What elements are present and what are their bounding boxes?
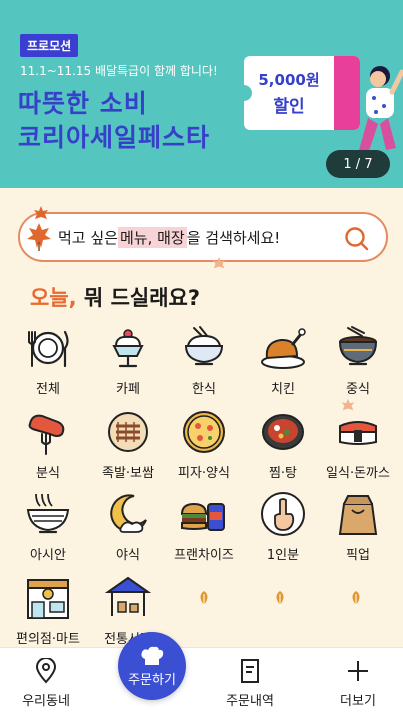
roast-chicken-icon bbox=[261, 328, 306, 369]
promo-title-line1: 따뜻한 소비 bbox=[18, 89, 148, 118]
order-label: 주문하기 bbox=[128, 672, 176, 688]
category-label: 아시안 bbox=[30, 548, 66, 563]
category-japanese[interactable]: 일식·돈까스 bbox=[318, 408, 398, 481]
category-pizza[interactable]: 피자·양식 bbox=[164, 408, 244, 481]
order-button[interactable]: 주문하기 bbox=[118, 632, 186, 700]
category-asian[interactable]: 아시안 bbox=[8, 490, 88, 563]
category-label: 족발·보쌈 bbox=[102, 466, 154, 481]
coupon-amount: 5,000원 bbox=[258, 71, 320, 89]
moon-icon bbox=[110, 494, 147, 533]
category-single[interactable]: 1인분 bbox=[243, 490, 323, 563]
pork-platter-icon bbox=[108, 412, 148, 452]
category-label: 프랜차이즈 bbox=[174, 548, 234, 563]
plus-icon bbox=[348, 661, 368, 681]
market-stall-icon bbox=[104, 576, 152, 616]
category-label: 픽업 bbox=[346, 548, 370, 563]
pizza-icon bbox=[183, 411, 225, 453]
category-label: 전체 bbox=[36, 382, 60, 397]
category-label: 찜·탕 bbox=[268, 466, 298, 481]
location-pin-icon bbox=[35, 658, 57, 684]
promo-title-line2: 코리아세일페스타 bbox=[18, 123, 211, 152]
category-label: 야식 bbox=[116, 548, 140, 563]
category-label: 1인분 bbox=[266, 548, 300, 563]
category-snack[interactable]: 분식 bbox=[8, 408, 88, 481]
search-highlight: 메뉴, 매장 bbox=[117, 226, 187, 248]
chef-hat-icon bbox=[141, 646, 164, 665]
category-label: 피자·양식 bbox=[178, 466, 230, 481]
plate-cutlery-icon bbox=[28, 330, 69, 368]
nav-more[interactable]: 더보기 bbox=[318, 658, 398, 709]
banner-page-indicator: 1 / 7 bbox=[326, 150, 390, 178]
promo-badge: 프로모션 bbox=[20, 34, 79, 57]
promo-banner[interactable]: 프로모션 11.1~11.15 배달특급이 함께 합니다! 따뜻한 소비 코리아… bbox=[0, 0, 403, 188]
leaf-placeholder-icon bbox=[200, 591, 208, 607]
search-icon[interactable] bbox=[344, 226, 370, 252]
search-prefix: 먹고 싶은 bbox=[58, 228, 118, 247]
noodle-bowl-icon bbox=[338, 326, 378, 366]
category-korean[interactable]: 한식 bbox=[164, 324, 244, 397]
category-stew[interactable]: 찜·탕 bbox=[243, 408, 323, 481]
section-title-accent: 오늘, bbox=[30, 286, 77, 310]
section-title: 오늘, 뭐 드실래요? bbox=[30, 282, 200, 312]
category-all[interactable]: 전체 bbox=[8, 324, 88, 397]
leaf-placeholder-icon bbox=[352, 591, 360, 607]
category-label: 편의점·마트 bbox=[16, 632, 80, 647]
leaf-decoration-icon bbox=[212, 256, 226, 269]
convenience-store-icon bbox=[27, 579, 69, 619]
receipt-icon bbox=[241, 659, 259, 683]
nav-label: 더보기 bbox=[340, 694, 376, 709]
category-late-night[interactable]: 야식 bbox=[88, 490, 168, 563]
discount-coupon: 5,000원 할인 bbox=[236, 56, 360, 130]
category-label: 일식·돈까스 bbox=[326, 466, 390, 481]
search-suffix: 을 검색하세요! bbox=[186, 228, 281, 247]
leaf-placeholder-icon bbox=[276, 591, 284, 607]
leaf-decoration-icon bbox=[34, 206, 48, 219]
coupon-label: 할인 bbox=[273, 97, 305, 117]
nav-label: 우리동네 bbox=[22, 694, 70, 709]
hot-pot-icon bbox=[262, 414, 304, 450]
category-label: 중식 bbox=[346, 382, 370, 397]
rice-bowl-icon bbox=[184, 326, 224, 366]
category-pickup[interactable]: 픽업 bbox=[318, 490, 398, 563]
bottom-navigation: 우리동네 주문하기 주문내역 더보기 bbox=[0, 632, 403, 717]
category-chicken[interactable]: 치킨 bbox=[243, 324, 323, 397]
category-chinese[interactable]: 중식 bbox=[318, 324, 398, 397]
pho-bowl-icon bbox=[26, 493, 70, 534]
category-convenience[interactable]: 편의점·마트 bbox=[8, 574, 88, 647]
category-cafe[interactable]: 카페 bbox=[88, 324, 168, 397]
parfait-icon bbox=[112, 329, 144, 368]
section-title-rest: 뭐 드실래요? bbox=[76, 286, 201, 310]
category-pork[interactable]: 족발·보쌈 bbox=[88, 408, 168, 481]
sushi-icon bbox=[339, 421, 377, 445]
nav-label: 주문내역 bbox=[226, 694, 274, 709]
category-label: 치킨 bbox=[271, 382, 295, 397]
category-franchise[interactable]: 프랜차이즈 bbox=[164, 490, 244, 563]
promo-subtitle: 11.1~11.15 배달특급이 함께 합니다! bbox=[20, 64, 218, 78]
burger-drink-icon bbox=[180, 502, 225, 531]
paper-bag-icon bbox=[338, 495, 378, 535]
maple-leaf-icon bbox=[27, 223, 51, 251]
nav-neighborhood[interactable]: 우리동네 bbox=[6, 658, 86, 709]
sausage-fork-icon bbox=[28, 414, 65, 455]
category-label: 카페 bbox=[116, 382, 140, 397]
nav-order-history[interactable]: 주문내역 bbox=[210, 658, 290, 709]
one-finger-icon bbox=[261, 492, 305, 536]
mascot-illustration bbox=[358, 66, 403, 154]
category-label: 한식 bbox=[192, 382, 216, 397]
search-input[interactable]: 먹고 싶은 메뉴, 매장 을 검색하세요! bbox=[18, 212, 388, 262]
category-label: 분식 bbox=[36, 466, 60, 481]
